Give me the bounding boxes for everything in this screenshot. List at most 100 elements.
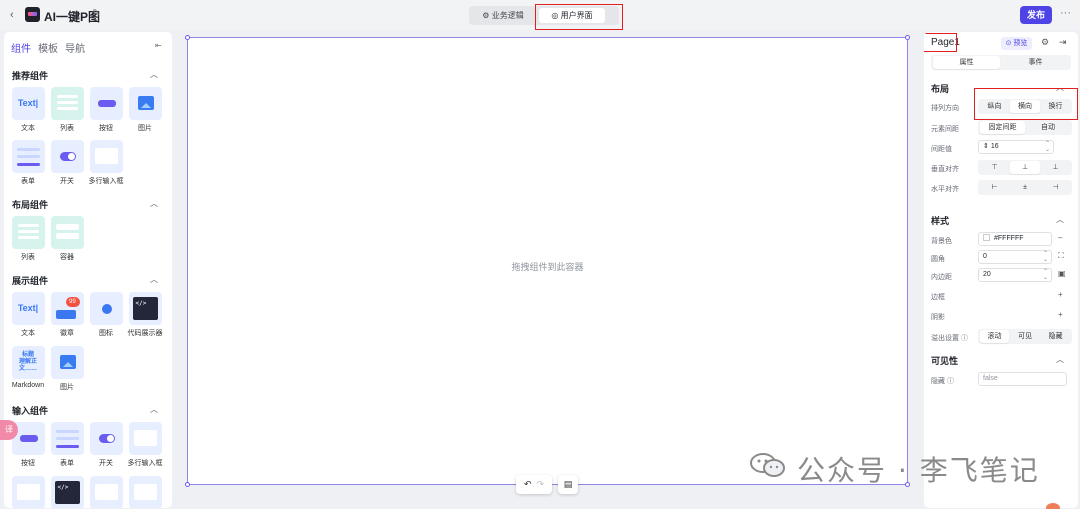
badge-count: 99 (65, 297, 80, 307)
bg-color-input[interactable]: #FFFFFF (978, 232, 1052, 246)
align-top-icon[interactable]: ⊤ (980, 161, 1009, 174)
shadow-label: 阴影 (931, 314, 945, 321)
component-input-form[interactable]: 表单 (48, 422, 86, 468)
item-label: 表单 (60, 460, 74, 467)
component-input-switch[interactable]: 开关 (87, 422, 125, 468)
minus-icon[interactable]: – (1058, 233, 1062, 242)
collapse-panel-icon[interactable]: ⇤ (155, 41, 162, 50)
component-form[interactable]: 表单 (9, 140, 47, 186)
expand-corners-icon[interactable]: ⛶ (1058, 251, 1064, 261)
component-dropdown[interactable] (87, 476, 125, 508)
resize-handle[interactable] (185, 35, 190, 40)
expand-padding-icon[interactable]: ▣ (1058, 269, 1066, 278)
drop-hint: 拖拽组件到此容器 (511, 262, 584, 272)
chevron-up-icon[interactable]: ︿ (150, 198, 158, 209)
tile-text: Text| (17, 98, 39, 108)
gap-input[interactable]: ⇕ 16 ⌃ ⌄ (978, 140, 1054, 154)
document-icon[interactable]: ▤ (558, 475, 578, 494)
section-title: 展示组件 (12, 276, 49, 286)
align-left-icon[interactable]: ⊢ (980, 181, 1009, 194)
gap-icon: ⇕ (983, 143, 991, 150)
tab-components[interactable]: 组件 (11, 40, 31, 55)
chevron-up-icon[interactable]: ︿ (1056, 354, 1064, 365)
component-container[interactable]: 容器 (48, 216, 86, 262)
gear-icon[interactable]: ⚙ (1041, 37, 1049, 48)
back-icon[interactable]: ‹ (10, 9, 14, 21)
component-image[interactable]: 图片 (126, 87, 164, 133)
overflow-selector: 滚动 可见 隐藏 (978, 329, 1072, 344)
valign-label: 垂直对齐 (931, 166, 959, 173)
icon-icon (101, 304, 112, 314)
component-layout-list[interactable]: 列表 (9, 216, 47, 262)
overflow-label: 溢出设置 ⓘ (931, 335, 968, 342)
gap-value: 16 (990, 143, 999, 150)
component-badge[interactable]: 99 徽章 (48, 292, 86, 338)
align-bottom-icon[interactable]: ⊥ (1041, 161, 1070, 174)
page-container[interactable]: 拖拽组件到此容器 (187, 37, 908, 485)
component-select[interactable] (9, 476, 47, 508)
floating-badge[interactable] (1046, 503, 1060, 509)
collapse-panel-icon[interactable]: ⇥ (1059, 37, 1067, 48)
overflow-hidden[interactable]: 隐藏 (1041, 330, 1070, 343)
tab-business-logic[interactable]: ⚙ 业务逻辑 (473, 8, 533, 23)
component-input-textarea[interactable]: 多行输入框 (126, 422, 164, 468)
publish-button[interactable]: 发布 (1020, 6, 1052, 24)
chevron-up-icon[interactable]: ︿ (150, 69, 158, 80)
markdown-preview: 标题 理解正 文…… (18, 352, 37, 372)
image-icon (59, 355, 76, 369)
overflow-visible[interactable]: 可见 (1010, 330, 1040, 343)
halign-label: 水平对齐 (931, 186, 959, 193)
more-icon[interactable]: ··· (1060, 7, 1071, 19)
component-text[interactable]: Text| 文本 (9, 87, 47, 133)
tab-navigation[interactable]: 导航 (65, 40, 85, 55)
tab-events[interactable]: 事件 (1002, 56, 1069, 69)
component-code-input[interactable] (48, 476, 86, 508)
component-list[interactable]: 列表 (48, 87, 86, 133)
overflow-scroll[interactable]: 滚动 (980, 330, 1009, 343)
item-label: 表单 (21, 178, 35, 185)
top-bar: ‹ AI一键P图 ✎ ⚙ 业务逻辑 ◎ 用户界面 发布 ··· (0, 0, 1080, 30)
item-label: 列表 (21, 254, 35, 261)
component-display-image[interactable]: 图片 (48, 346, 86, 392)
section-style-title: 样式 (931, 216, 950, 226)
component-display-text[interactable]: Text| 文本 (9, 292, 47, 338)
gap-label: 间距值 (931, 146, 952, 153)
align-right-icon[interactable]: ⊣ (1041, 181, 1070, 194)
padding-input[interactable]: 20 ⌃ ⌄ (978, 268, 1052, 282)
item-label: 文本 (21, 330, 35, 337)
radius-label: 圆角 (931, 256, 945, 263)
component-icon[interactable]: 图标 (87, 292, 125, 338)
preview-button[interactable]: ⊙ 预览 (1001, 37, 1032, 50)
watermark-text: 公众号 · 李飞笔记 (797, 454, 1040, 487)
edit-icon[interactable]: ✎ (92, 8, 100, 19)
align-middle-icon[interactable]: ⊥ (1010, 161, 1040, 174)
chevron-up-icon[interactable]: ︿ (1056, 214, 1064, 225)
add-shadow-icon[interactable]: + (1058, 310, 1063, 319)
tile-text: Text| (17, 303, 39, 313)
color-swatch[interactable] (983, 234, 990, 241)
component-code-viewer[interactable]: 代码展示器 (126, 292, 164, 338)
resize-handle[interactable] (905, 35, 910, 40)
spacing-auto[interactable]: 自动 (1026, 121, 1070, 134)
add-border-icon[interactable]: + (1058, 290, 1063, 299)
spacing-fixed[interactable]: 固定间距 (980, 121, 1025, 134)
chevron-up-icon[interactable]: ︿ (150, 404, 158, 415)
component-markdown[interactable]: 标题 理解正 文…… Markdown (9, 346, 47, 389)
component-switch[interactable]: 开关 (48, 140, 86, 186)
component-upload[interactable] (126, 476, 164, 508)
redo-icon[interactable]: ↷ (537, 479, 545, 489)
align-center-icon[interactable]: ± (1010, 181, 1040, 194)
resize-handle[interactable] (185, 482, 190, 487)
component-textarea[interactable]: 多行输入框 (87, 140, 125, 186)
radius-input[interactable]: 0 ⌃ ⌄ (978, 250, 1052, 264)
spacing-label: 元素间距 (931, 126, 959, 133)
item-label: 开关 (60, 178, 74, 185)
hidden-input[interactable]: false (978, 372, 1067, 386)
spacing-selector: 固定间距 自动 (978, 120, 1072, 135)
undo-icon[interactable]: ↶ (524, 479, 532, 489)
component-button[interactable]: 按钮 (87, 87, 125, 133)
tab-templates[interactable]: 模板 (38, 40, 58, 55)
tab-properties[interactable]: 属性 (933, 56, 1000, 69)
property-panel: Page1 ⊙ 预览 ⚙ ⇥ 属性 事件 布局 ︿ 排列方向 纵向 横向 换行 … (924, 32, 1078, 508)
chevron-up-icon[interactable]: ︿ (150, 274, 158, 285)
